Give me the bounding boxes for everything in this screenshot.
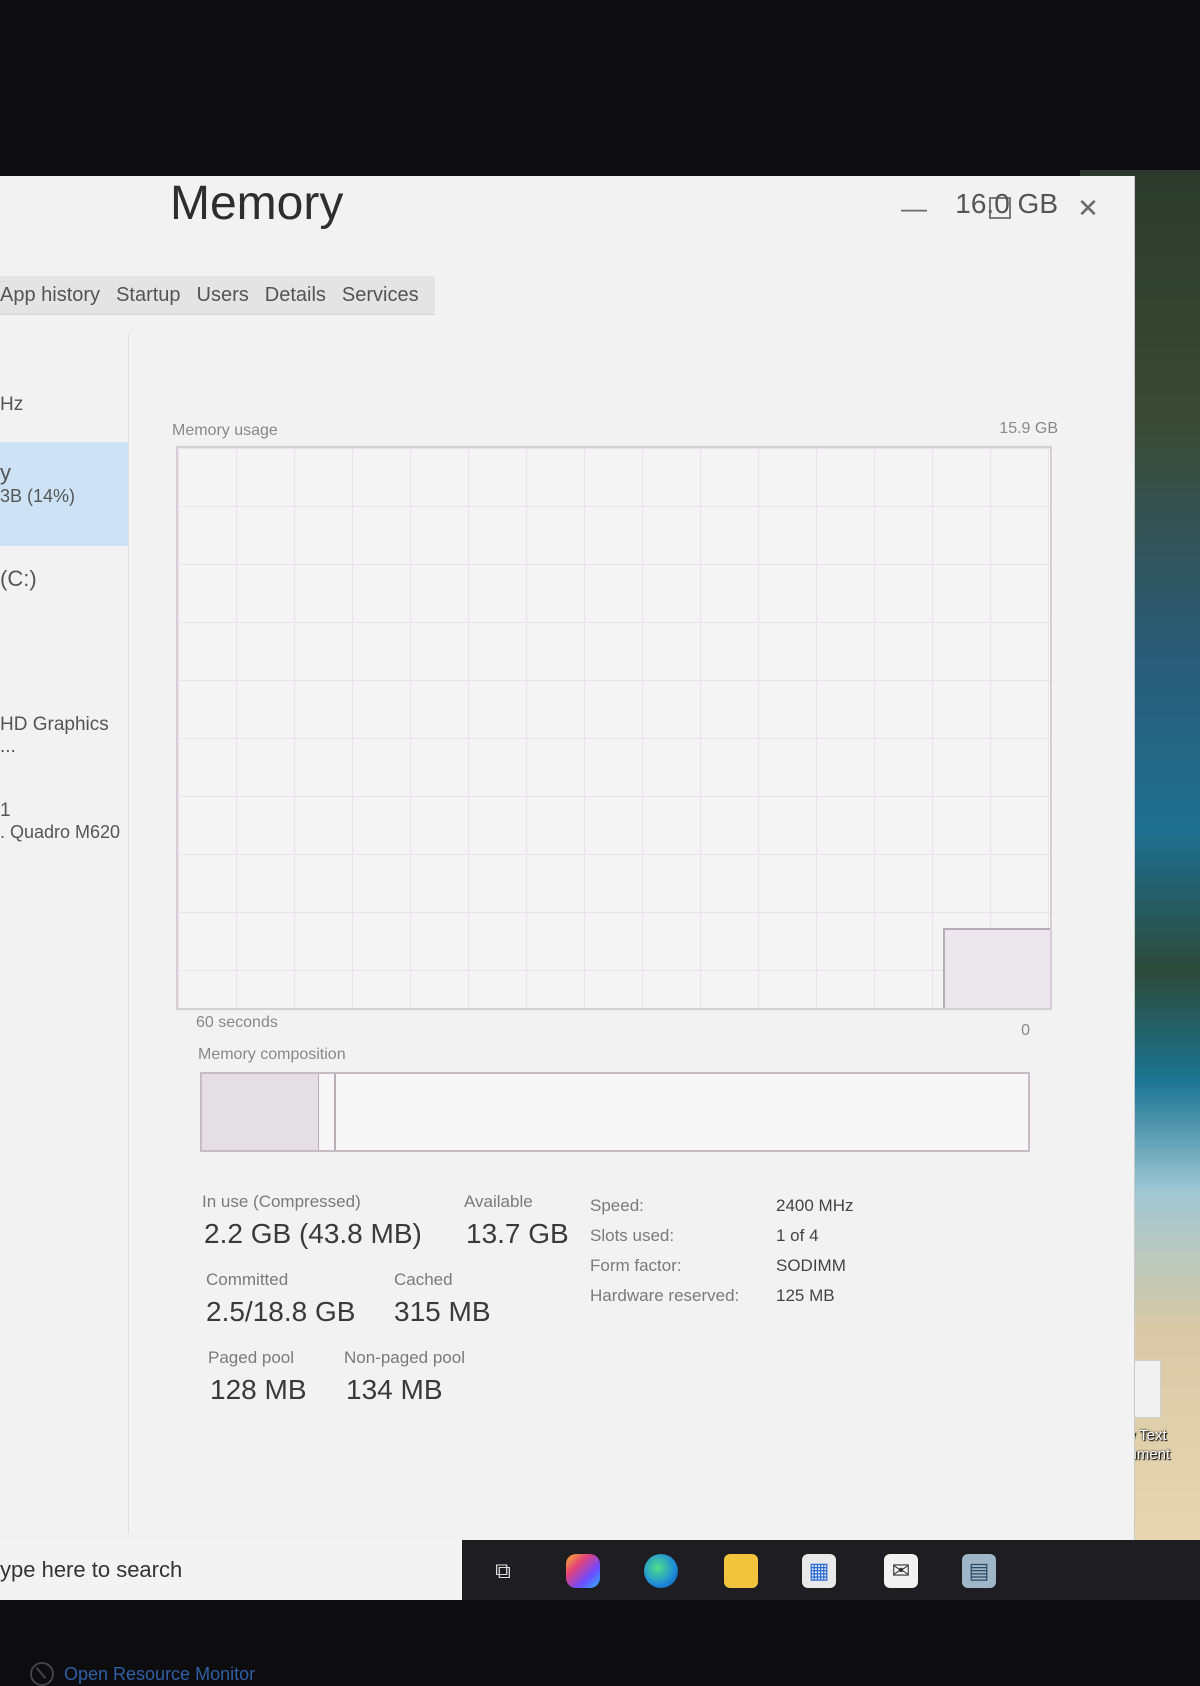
open-resource-monitor-label: Open Resource Monitor	[64, 1663, 256, 1684]
sidebar-item-sublabel: 3B (14%)	[0, 486, 76, 506]
memory-panel: Memory 16.0 GB Memory usage 15.9 GB 60 s…	[170, 176, 1090, 1405]
hardware-reserved-value: 125 MB	[776, 1286, 835, 1305]
memory-usage-area	[943, 927, 1050, 1008]
cached-label: Cached	[394, 1270, 453, 1289]
file-explorer-icon[interactable]	[724, 1554, 758, 1588]
slots-used-label: Slots used:	[590, 1226, 675, 1245]
available-label: Available	[464, 1192, 533, 1211]
task-manager-icon[interactable]: ▤	[962, 1554, 996, 1588]
non-paged-pool-value: 134 MB	[346, 1374, 443, 1405]
sidebar-item-gpu1[interactable]: 1 . Quadro M620	[0, 800, 128, 843]
copilot-icon[interactable]	[566, 1554, 600, 1588]
speed-value: 2400 MHz	[776, 1196, 854, 1215]
resource-monitor-icon	[30, 1662, 54, 1686]
open-resource-monitor-link[interactable]: Open Resource Monitor	[30, 1662, 255, 1686]
sidebar-item-cpu[interactable]: Hz	[0, 394, 128, 416]
non-paged-pool-label: Non-paged pool	[344, 1348, 465, 1367]
form-factor-value: SODIMM	[776, 1256, 846, 1275]
memory-composition-label: Memory composition	[198, 1046, 346, 1063]
composition-in-use	[202, 1074, 319, 1150]
slots-used-value: 1 of 4	[776, 1226, 819, 1245]
composition-modified	[318, 1074, 337, 1150]
taskbar-search-box[interactable]: ype here to search	[0, 1540, 462, 1600]
speed-label: Speed:	[590, 1196, 644, 1215]
memory-usage-max: 15.9 GB	[999, 420, 1058, 437]
task-view-icon[interactable]: ⧉	[486, 1554, 520, 1588]
committed-label: Committed	[206, 1270, 289, 1289]
performance-sidebar: Hz y 3B (14%) (C:) HD Graphics ... 1 . Q…	[0, 334, 129, 1534]
graph-time-right: 0	[1021, 1022, 1030, 1039]
sidebar-item-label: (C:)	[0, 566, 37, 591]
sidebar-item-disk[interactable]: (C:)	[0, 566, 128, 592]
microsoft-store-icon[interactable]: ▦	[802, 1554, 836, 1588]
memory-total: 16.0 GB	[955, 188, 1058, 219]
memory-usage-graph	[176, 446, 1052, 1010]
page-title: Memory	[170, 177, 344, 230]
sidebar-item-label: HD Graphics ...	[0, 714, 109, 757]
sidebar-item-label: y	[0, 460, 11, 485]
graph-time-left: 60 seconds	[196, 1014, 278, 1031]
memory-usage-label: Memory usage	[172, 422, 278, 439]
taskbar: ype here to search ⧉ ▦ ✉ ▤	[0, 1540, 1200, 1600]
sidebar-item-gpu0[interactable]: HD Graphics ...	[0, 714, 128, 758]
sidebar-item-label: Hz	[0, 394, 24, 415]
available-value: 13.7 GB	[466, 1218, 569, 1249]
committed-value: 2.5/18.8 GB	[206, 1296, 356, 1327]
sidebar-item-label: 1	[0, 800, 11, 821]
sidebar-item-memory[interactable]: y 3B (14%)	[0, 442, 128, 546]
in-use-value: 2.2 GB (43.8 MB)	[204, 1218, 422, 1249]
in-use-label: In use (Compressed)	[202, 1192, 361, 1211]
paged-pool-label: Paged pool	[208, 1348, 295, 1367]
hardware-reserved-label: Hardware reserved:	[590, 1286, 740, 1305]
cached-value: 315 MB	[394, 1296, 491, 1327]
memory-composition-bar	[200, 1072, 1030, 1152]
tab-app-history[interactable]: App history	[0, 276, 108, 314]
sidebar-item-sublabel: . Quadro M620	[0, 822, 121, 842]
form-factor-label: Form factor:	[590, 1256, 682, 1275]
search-placeholder: ype here to search	[0, 1557, 183, 1582]
paged-pool-value: 128 MB	[210, 1374, 307, 1405]
mail-icon[interactable]: ✉	[884, 1554, 918, 1588]
edge-browser-icon[interactable]	[644, 1554, 678, 1588]
